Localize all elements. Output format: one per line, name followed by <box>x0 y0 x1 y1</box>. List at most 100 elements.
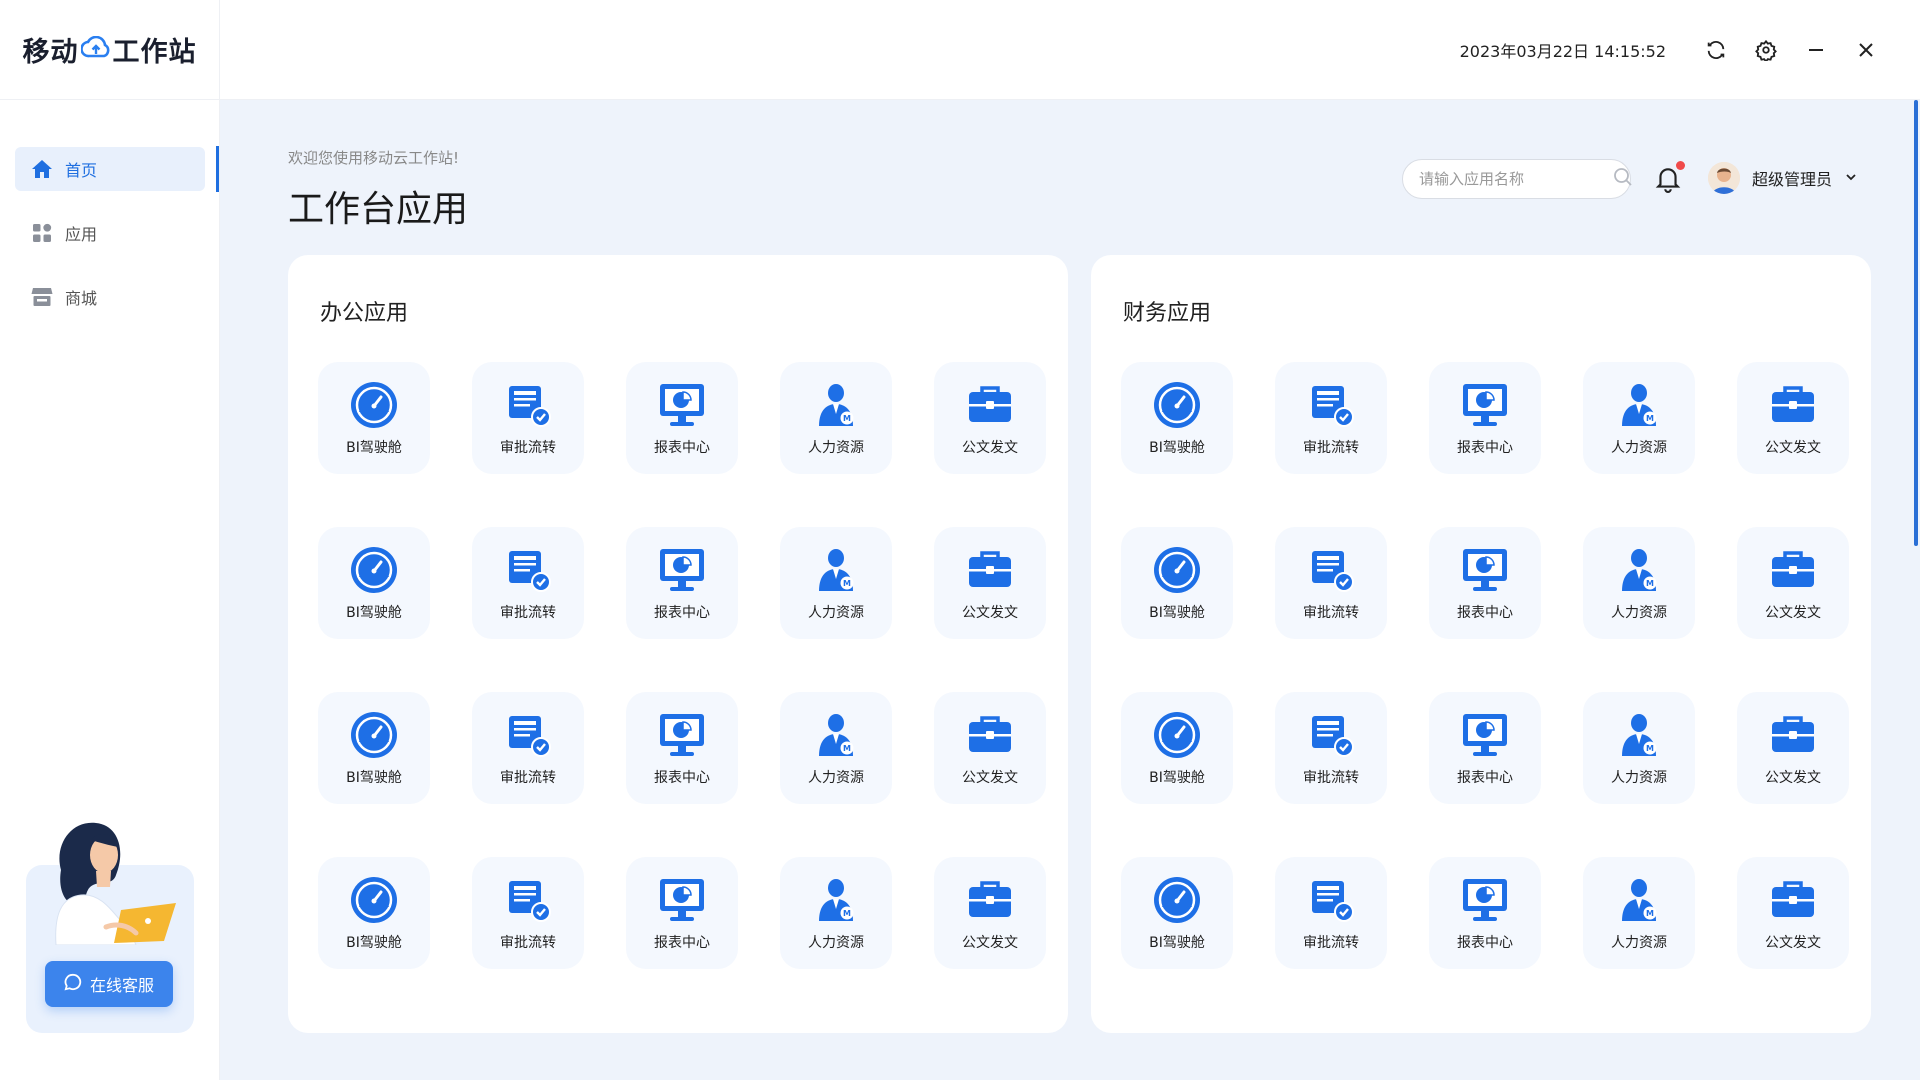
briefcase-icon <box>1767 709 1819 761</box>
search-icon[interactable] <box>1613 167 1633 191</box>
dashboard-gauge-icon <box>1151 379 1203 431</box>
online-support-button[interactable]: 在线客服 <box>45 961 173 1007</box>
app-tile-label: BI驾驶舱 <box>346 440 402 456</box>
apps-grid-icon <box>31 222 53 244</box>
app-tile[interactable]: BI驾驶舱 <box>318 527 430 639</box>
hr-person-icon: M <box>810 874 862 926</box>
app-tile[interactable]: 报表中心 <box>1429 692 1541 804</box>
dashboard-gauge-icon <box>348 874 400 926</box>
app-tile[interactable]: 审批流转 <box>1275 362 1387 474</box>
app-tile-label: BI驾驶舱 <box>346 935 402 951</box>
app-tile[interactable]: 审批流转 <box>1275 527 1387 639</box>
office-apps-card: 办公应用 BI驾驶舱 审批流转 报表中心 M 人力资源 公文发文 BI驾驶舱 审批流转 报表中心… <box>288 255 1068 1033</box>
briefcase-icon <box>964 709 1016 761</box>
app-tile-label: 报表中心 <box>1457 605 1513 621</box>
app-tile-label: 审批流转 <box>1303 935 1359 951</box>
app-tile[interactable]: 报表中心 <box>1429 857 1541 969</box>
app-tile-label: 人力资源 <box>1611 770 1667 786</box>
app-tile-label: 人力资源 <box>1611 935 1667 951</box>
sidebar-item-store[interactable]: 商城 <box>15 275 205 319</box>
app-tile[interactable]: BI驾驶舱 <box>318 362 430 474</box>
gear-icon[interactable] <box>1752 36 1780 64</box>
app-grid: BI驾驶舱 审批流转 报表中心 M 人力资源 公文发文 BI驾驶舱 审批流转 报表中心 M 人力资源… <box>318 362 1046 972</box>
scrollbar-thumb[interactable] <box>1914 100 1918 546</box>
page-scrollbar[interactable] <box>1912 100 1920 1080</box>
app-tile[interactable]: BI驾驶舱 <box>1121 362 1233 474</box>
app-tile[interactable]: 公文发文 <box>934 857 1046 969</box>
app-tile-label: 人力资源 <box>808 935 864 951</box>
app-tile-label: 公文发文 <box>1765 770 1821 786</box>
app-tile[interactable]: BI驾驶舱 <box>1121 692 1233 804</box>
sidebar-item-apps[interactable]: 应用 <box>15 211 205 255</box>
app-tile[interactable]: 公文发文 <box>1737 857 1849 969</box>
app-tile[interactable]: 报表中心 <box>1429 527 1541 639</box>
app-tile[interactable]: M 人力资源 <box>780 692 892 804</box>
app-tile[interactable]: 报表中心 <box>626 362 738 474</box>
app-tile-label: 报表中心 <box>654 440 710 456</box>
briefcase-icon <box>964 544 1016 596</box>
app-tile[interactable]: BI驾驶舱 <box>1121 527 1233 639</box>
refresh-icon[interactable] <box>1702 36 1730 64</box>
cloud-logo-icon <box>79 34 111 65</box>
briefcase-icon <box>1767 874 1819 926</box>
app-tile[interactable]: 公文发文 <box>934 692 1046 804</box>
svg-text:M: M <box>1646 579 1654 588</box>
app-tile-label: 公文发文 <box>1765 605 1821 621</box>
app-tile[interactable]: M 人力资源 <box>780 362 892 474</box>
app-tile[interactable]: M 人力资源 <box>1583 527 1695 639</box>
report-monitor-icon <box>1459 874 1511 926</box>
notification-bell-icon[interactable] <box>1655 161 1685 193</box>
support-illustration <box>55 822 176 945</box>
sidebar-item-label: 商城 <box>65 289 98 308</box>
app-tile[interactable]: 审批流转 <box>1275 692 1387 804</box>
app-tile[interactable]: 报表中心 <box>626 527 738 639</box>
approval-document-icon <box>1305 544 1357 596</box>
app-tile[interactable]: M 人力资源 <box>1583 692 1695 804</box>
app-tile[interactable]: 公文发文 <box>1737 692 1849 804</box>
app-tile-label: 报表中心 <box>1457 440 1513 456</box>
app-tile[interactable]: 审批流转 <box>472 362 584 474</box>
app-tile[interactable]: 报表中心 <box>1429 362 1541 474</box>
app-tile[interactable]: 审批流转 <box>472 527 584 639</box>
report-monitor-icon <box>1459 544 1511 596</box>
report-monitor-icon <box>656 544 708 596</box>
app-tile[interactable]: 审批流转 <box>1275 857 1387 969</box>
close-icon[interactable] <box>1852 36 1880 64</box>
app-tile[interactable]: 审批流转 <box>472 692 584 804</box>
datetime-display: 2023年03月22日 14:15:52 <box>1459 42 1666 61</box>
app-tile[interactable]: 公文发文 <box>1737 527 1849 639</box>
briefcase-icon <box>1767 379 1819 431</box>
app-tile[interactable]: 公文发文 <box>1737 362 1849 474</box>
app-tile[interactable]: M 人力资源 <box>780 527 892 639</box>
svg-text:M: M <box>1646 909 1654 918</box>
active-nav-indicator <box>216 146 219 192</box>
app-tile[interactable]: M 人力资源 <box>1583 362 1695 474</box>
app-tile[interactable]: 审批流转 <box>472 857 584 969</box>
welcome-text: 欢迎您使用移动云工作站! <box>288 149 460 167</box>
app-tile-label: 审批流转 <box>1303 440 1359 456</box>
app-tile-label: 报表中心 <box>1457 770 1513 786</box>
app-tile-label: 人力资源 <box>808 770 864 786</box>
dashboard-gauge-icon <box>348 379 400 431</box>
briefcase-icon <box>1767 544 1819 596</box>
app-tile[interactable]: 公文发文 <box>934 362 1046 474</box>
app-tile[interactable]: BI驾驶舱 <box>318 857 430 969</box>
sidebar-item-home[interactable]: 首页 <box>15 147 205 191</box>
app-tile[interactable]: BI驾驶舱 <box>1121 857 1233 969</box>
page-title: 工作台应用 <box>288 189 469 230</box>
approval-document-icon <box>502 544 554 596</box>
svg-text:M: M <box>843 414 851 423</box>
minimize-icon[interactable] <box>1802 36 1830 64</box>
app-tile[interactable]: 报表中心 <box>626 692 738 804</box>
app-tile-label: 审批流转 <box>1303 770 1359 786</box>
svg-text:M: M <box>1646 744 1654 753</box>
app-tile[interactable]: M 人力资源 <box>1583 857 1695 969</box>
app-tile[interactable]: M 人力资源 <box>780 857 892 969</box>
app-tile-label: 公文发文 <box>1765 935 1821 951</box>
search-input[interactable] <box>1419 170 1613 188</box>
user-name: 超级管理员 <box>1752 170 1833 189</box>
app-tile[interactable]: 公文发文 <box>934 527 1046 639</box>
app-tile[interactable]: BI驾驶舱 <box>318 692 430 804</box>
user-menu[interactable]: 超级管理员 <box>1708 160 1858 196</box>
app-tile[interactable]: 报表中心 <box>626 857 738 969</box>
